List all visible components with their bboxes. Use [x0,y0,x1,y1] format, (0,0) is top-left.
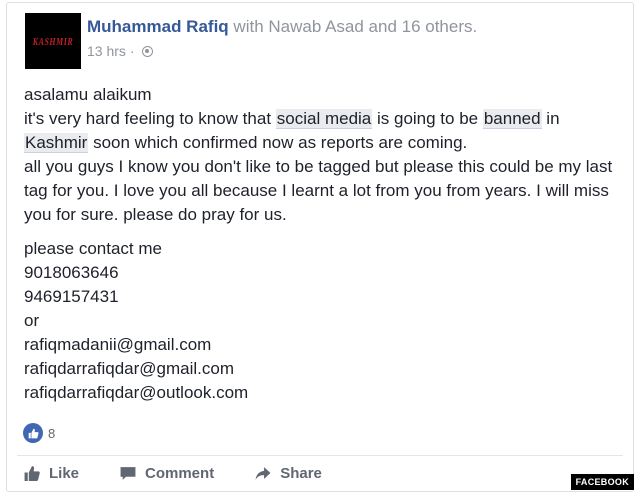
comment-label: Comment [145,465,215,482]
post-header: Muhammad Rafiq with Nawab Asad and 16 ot… [87,17,477,37]
share-label: Share [280,465,322,482]
divider [17,455,623,456]
post-body: asalamu alaikum it's very hard feeling t… [24,83,629,405]
phone-number: 9018063646 [24,263,119,282]
email-address: rafiqdarrafiqdar@outlook.com [24,383,249,402]
like-reaction-icon [23,423,43,443]
phone-number: 9469157431 [24,287,119,306]
body-line: Kashmir soon which confirmed now as repo… [24,131,629,155]
hashtag-banned[interactable]: banned [482,109,542,129]
contact-or: or [24,311,40,330]
body-line: it's very hard feeling to know that soci… [24,107,629,131]
email-address: rafiqdarrafiqdar@gmail.com [24,359,235,378]
email-address: rafiqmadanii@gmail.com [24,335,212,354]
like-button[interactable]: Like [23,465,79,482]
share-icon [255,467,271,480]
avatar-logo-text: KASHMIR [32,35,74,47]
tagged-with-text[interactable]: with Nawab Asad and 16 others. [229,17,477,36]
share-button[interactable]: Share [254,465,322,482]
text-span: soon which confirmed now as reports are … [88,133,468,152]
timestamp[interactable]: 13 hrs [87,43,126,59]
facebook-watermark: FACEBOOK [570,474,634,490]
action-bar: Like Comment Share [23,465,362,482]
hashtag-social-media[interactable]: social media [275,109,373,129]
post-meta: 13 hrs · [87,43,153,59]
hashtag-kashmir[interactable]: Kashmir [24,133,89,153]
like-label: Like [49,465,80,482]
reactions-summary[interactable]: 8 [23,423,55,443]
text-span: it's very hard feeling to know that [24,109,276,128]
comment-button[interactable]: Comment [119,465,214,482]
author-name[interactable]: Muhammad Rafiq [87,17,229,36]
text-span: in [541,109,560,128]
post-card: KASHMIR Muhammad Rafiq with Nawab Asad a… [6,2,634,492]
like-count: 8 [48,425,56,441]
greeting-line: asalamu alaikum [24,85,152,104]
meta-separator: · [129,43,135,59]
body-paragraph: all you guys I know you don't like to be… [24,157,613,224]
comment-icon [120,467,136,480]
text-span: is going to be [372,109,483,128]
avatar[interactable]: KASHMIR [25,13,81,69]
globe-icon[interactable] [141,45,153,57]
contact-line: please contact me [24,239,162,258]
thumbs-up-icon [24,466,40,481]
